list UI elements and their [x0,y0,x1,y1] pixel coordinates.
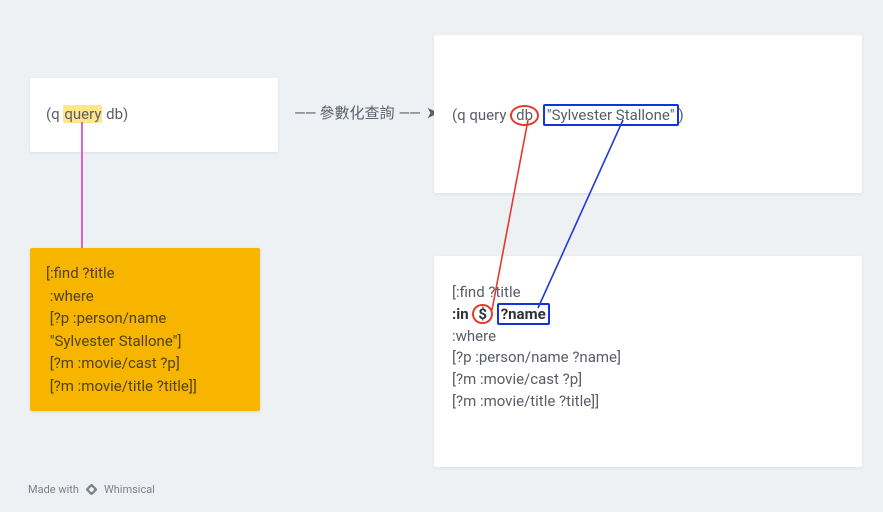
code-suffix: db) [102,105,128,123]
arrow-line-right: —— [398,104,419,122]
query-code-line-in: :in $ ?name [452,304,844,326]
brand-name: Whimsical [104,483,155,496]
arrow-label-text: 參數化查詢 [319,102,394,123]
original-query-literal-card: [:find ?title :where [?p :person/name "S… [30,248,260,411]
boxed-param-value: "Sylvester Stallone" [543,104,679,126]
boxed-param-name: ?name [497,303,550,325]
code-prefix: (q [46,105,63,123]
code-prefix: (q query [452,106,510,124]
made-with-label: Made with [28,483,79,496]
query-code-line: [?p :person/name ?name] [452,347,844,369]
query-code: [:find ?title :where [?p :person/name "S… [46,262,244,397]
code-suffix: ) [679,106,684,124]
footer-attribution: Made with Whimsical [28,483,155,496]
query-code-line: [?m :movie/cast ?p] [452,369,844,391]
parametrized-query-card: [:find ?title :in $ ?name :where [?p :pe… [434,256,862,467]
whimsical-logo-icon [85,483,98,496]
code-text: (q query db) [46,105,128,123]
parametrized-call-card: (q query db "Sylvester Stallone") [434,35,862,193]
query-code-line: :where [452,326,844,348]
arrow-line-left: —— [294,104,315,122]
highlight-query: query [63,105,102,123]
query-code-line: [:find ?title [452,282,844,304]
code-text: (q query db "Sylvester Stallone") [452,106,684,124]
parametrize-arrow: —— 參數化查詢 ——➤ [290,102,439,123]
circled-dollar: $ [472,304,493,325]
circled-db: db [510,105,539,126]
in-keyword: :in [452,305,472,323]
query-code-line: [?m :movie/title ?title]] [452,391,844,413]
source-query-card: (q query db) [30,78,278,152]
